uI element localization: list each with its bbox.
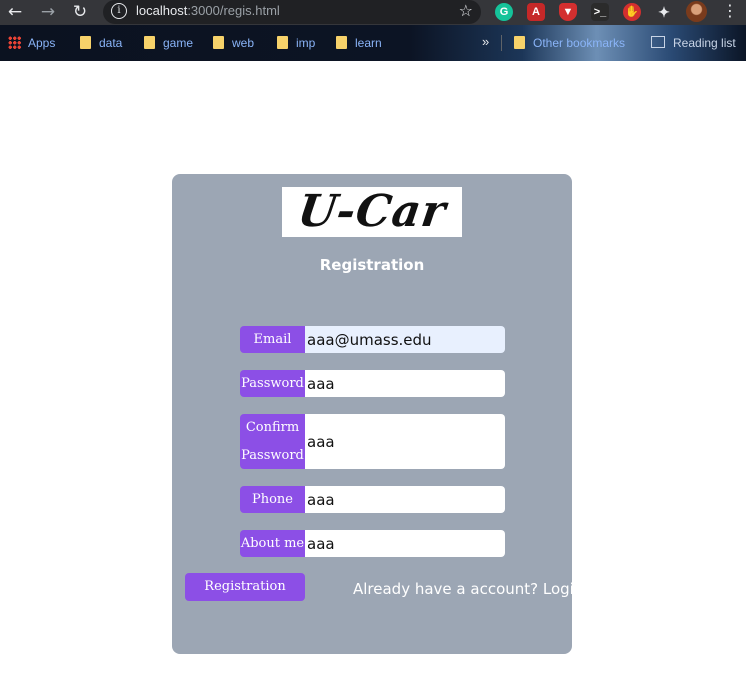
folder-icon — [213, 36, 224, 49]
registration-button[interactable]: Registration — [185, 573, 305, 601]
shield-icon[interactable]: ▼ — [559, 3, 577, 21]
email-field[interactable] — [305, 326, 505, 353]
password-row: Password — [240, 370, 505, 397]
reading-list-icon — [651, 36, 665, 48]
about-me-field[interactable] — [305, 530, 505, 557]
address-bar[interactable]: i localhost:3000/regis.html ☆ — [103, 0, 481, 24]
bookmarks-bar: Apps data game web imp learn Other bookm… — [0, 25, 746, 61]
confirm-password-field[interactable] — [305, 414, 505, 469]
logo: U-Car — [282, 187, 462, 237]
confirm-password-row: Confirm Password — [240, 414, 505, 469]
bookmark-web[interactable]: web — [213, 35, 254, 51]
bookmark-apps[interactable]: Apps — [8, 35, 55, 51]
forward-arrow-icon[interactable]: → — [37, 2, 59, 22]
folder-icon — [514, 36, 525, 49]
bookmark-star-icon[interactable]: ☆ — [459, 1, 473, 20]
phone-label: Phone — [240, 486, 305, 513]
phone-field[interactable] — [305, 486, 505, 513]
folder-icon — [336, 36, 347, 49]
menu-dots-icon[interactable]: ⋮ — [722, 1, 738, 20]
login-link[interactable]: Already have a account? Login! — [353, 580, 589, 598]
browser-toolbar: ← → ↻ i localhost:3000/regis.html ☆ G A … — [0, 0, 746, 25]
about-me-label: About me — [240, 530, 305, 557]
registration-card: U-Car Registration Email Password Confir… — [172, 174, 589, 654]
folder-icon — [277, 36, 288, 49]
address-url[interactable]: localhost:3000/regis.html — [136, 3, 280, 18]
bookmark-data[interactable]: data — [80, 35, 122, 51]
bookmark-imp[interactable]: imp — [277, 35, 315, 51]
grammarly-icon[interactable]: G — [495, 3, 513, 21]
logo-text: U-Car — [294, 187, 450, 237]
bookmarks-overflow-icon[interactable]: » — [482, 34, 489, 49]
bookmark-game[interactable]: game — [144, 35, 193, 51]
profile-avatar[interactable] — [686, 1, 707, 22]
pdf-icon[interactable]: A — [527, 3, 545, 21]
password-field[interactable] — [305, 370, 505, 397]
bookmarks-separator — [501, 35, 502, 51]
password-label: Password — [240, 370, 305, 397]
folder-icon — [144, 36, 155, 49]
page-title: Registration — [319, 256, 425, 274]
email-row: Email — [240, 326, 505, 353]
confirm-password-label: Confirm Password — [240, 414, 305, 469]
browser-chrome: ← → ↻ i localhost:3000/regis.html ☆ G A … — [0, 0, 746, 61]
back-arrow-icon[interactable]: ← — [4, 2, 26, 22]
confirm-label-line2: Password — [241, 447, 304, 463]
hand-icon[interactable]: ✋ — [623, 3, 641, 21]
bookmark-other[interactable]: Other bookmarks — [514, 35, 625, 51]
confirm-label-line1: Confirm — [245, 419, 300, 435]
reading-list[interactable]: Reading list — [651, 35, 736, 51]
phone-row: Phone — [240, 486, 505, 513]
about-me-row: About me — [240, 530, 505, 557]
terminal-icon[interactable]: >_ — [591, 3, 609, 21]
puzzle-icon[interactable]: ✦ — [655, 3, 673, 21]
email-label: Email — [240, 326, 305, 353]
reload-icon[interactable]: ↻ — [69, 2, 91, 22]
folder-icon — [80, 36, 91, 49]
bookmark-learn[interactable]: learn — [336, 35, 382, 51]
apps-grid-icon — [8, 36, 21, 49]
site-info-icon[interactable]: i — [111, 3, 127, 19]
